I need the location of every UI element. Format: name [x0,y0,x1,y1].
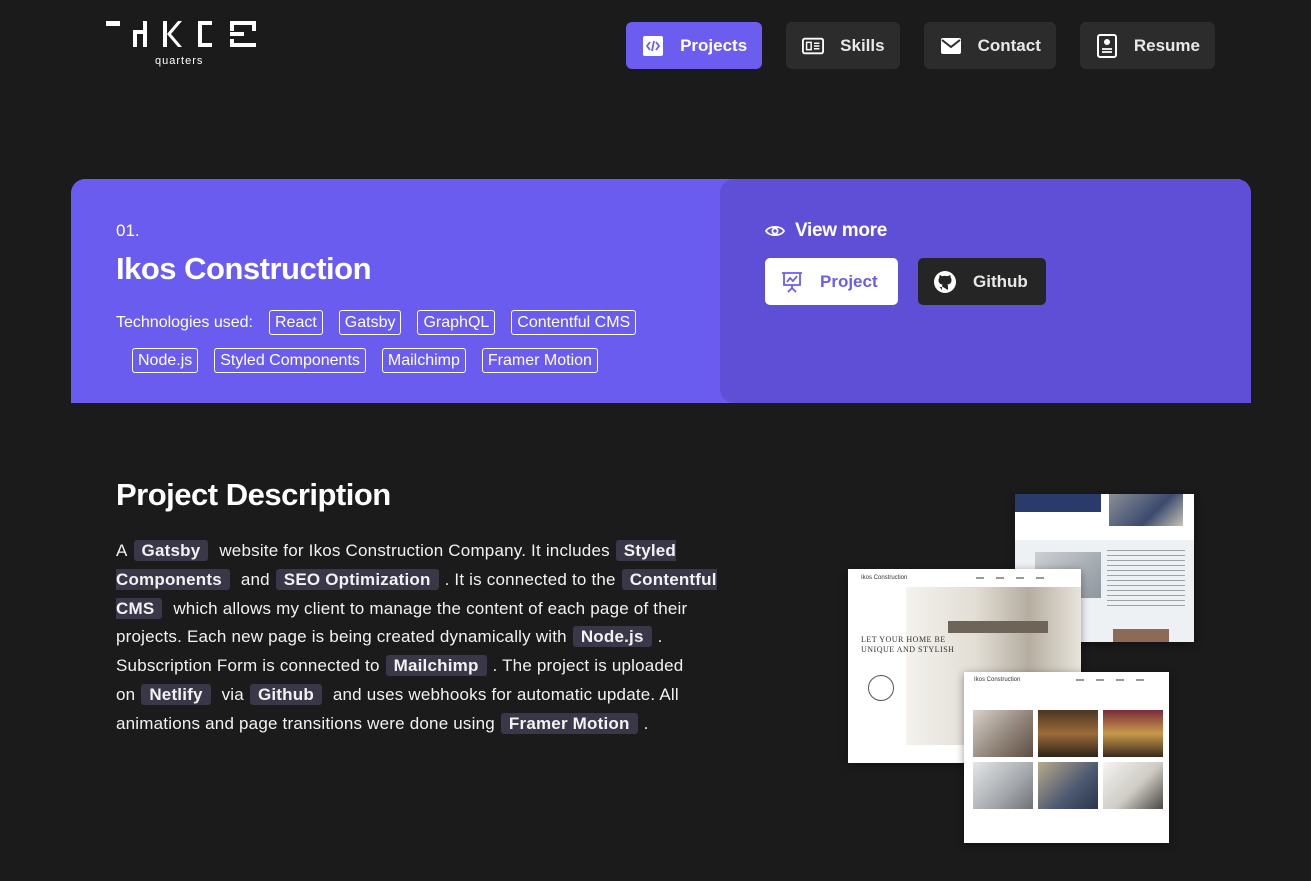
description-text: via [221,684,244,704]
github-link-label: Github [973,271,1028,291]
nav-resume-label: Resume [1133,35,1200,55]
description-body: A Gatsby website for Ikos Construction Co… [116,537,746,739]
preview-gallery-image [973,710,1033,757]
code-icon [642,35,664,57]
preview-image [1113,629,1169,642]
nav-resume-button[interactable]: Resume [1079,22,1215,69]
description-text: and [240,569,270,589]
preview-gallery-image [1103,762,1163,809]
view-more-label: View more [795,220,887,241]
presentation-icon [782,271,802,293]
logo-glyphs [106,20,258,48]
eye-icon [765,225,785,237]
brand-logo[interactable]: quarters [106,20,258,70]
preview-gallery-image [1103,710,1163,757]
tech-tag: React [268,310,323,335]
preview-counter-block [948,621,1048,633]
tech-highlight: Github [249,683,322,705]
github-icon [934,270,956,293]
github-link-button[interactable]: Github [918,258,1046,305]
tech-highlight: Mailchimp [385,655,487,677]
nav-contact-label: Contact [977,35,1041,55]
tech-tag: Node.js [132,348,199,373]
nav-skills-button[interactable]: Skills [786,22,900,69]
tech-highlight: Framer Motion [500,712,638,734]
nav-contact-button[interactable]: Contact [923,22,1056,69]
technologies-row-1: Technologies used: React Gatsby GraphQL … [116,310,637,335]
list-icon [802,35,825,57]
project-link-label: Project [820,271,878,291]
project-number: 01. [116,221,140,240]
main-nav: Projects Skills Contact Resume [626,22,1215,69]
preview-image [1015,494,1101,512]
mail-icon [940,35,962,57]
tech-tag: Gatsby [338,310,402,335]
tech-tag: GraphQL [417,310,496,335]
description-text: website for Ikos Construction Company. I… [219,541,610,560]
preview-gallery-image [1038,762,1098,809]
technologies-label: Technologies used: [116,313,253,331]
tech-highlight: Gatsby [133,540,209,561]
tech-highlight: Node.js [572,626,652,648]
technologies-row-2: Node.js Styled Components Mailchimp Fram… [132,348,598,373]
project-hero: 01. Ikos Construction Technologies used:… [71,179,1251,403]
preview-site-name: Ikos Construction [861,575,908,581]
logo-subtitle: quarters [155,55,204,67]
preview-hero-text: UNIQUE AND STYLISH [861,645,955,654]
tech-highlight: SEO Optimization [275,568,439,590]
nav-projects-button[interactable]: Projects [626,22,763,69]
preview-image [1109,494,1183,526]
project-title: Ikos Construction [116,251,372,286]
preview-gallery-image [1038,710,1098,757]
tech-tag: Contentful CMS [511,310,637,335]
tech-highlight: Netlify [141,683,211,705]
description-text: . [643,713,649,733]
preview-gallery-image [973,762,1033,809]
project-links-panel: View more Project Github [720,179,1251,403]
preview-site-name: Ikos Construction [974,677,1021,683]
view-more-heading: View more [765,220,887,242]
preview-nav-lines [1076,679,1154,681]
tech-tag: Mailchimp [381,348,466,373]
document-icon [1096,33,1118,58]
preview-nav-lines [976,577,1046,579]
preview-hero-text: LET YOUR HOME BE [861,635,946,644]
preview-screenshot-gallery: Ikos Construction [964,672,1169,843]
description-title: Project Description [116,477,391,512]
project-link-button[interactable]: Project [765,258,898,305]
preview-text-lines [1107,550,1185,610]
description-text: A [116,541,128,560]
nav-projects-label: Projects [680,35,748,55]
tech-tag: Framer Motion [481,348,598,373]
description-text: . It is connected to the [444,569,616,589]
nav-skills-label: Skills [840,35,885,55]
preview-arrow-circle [868,675,894,701]
tech-tag: Styled Components [214,348,366,373]
